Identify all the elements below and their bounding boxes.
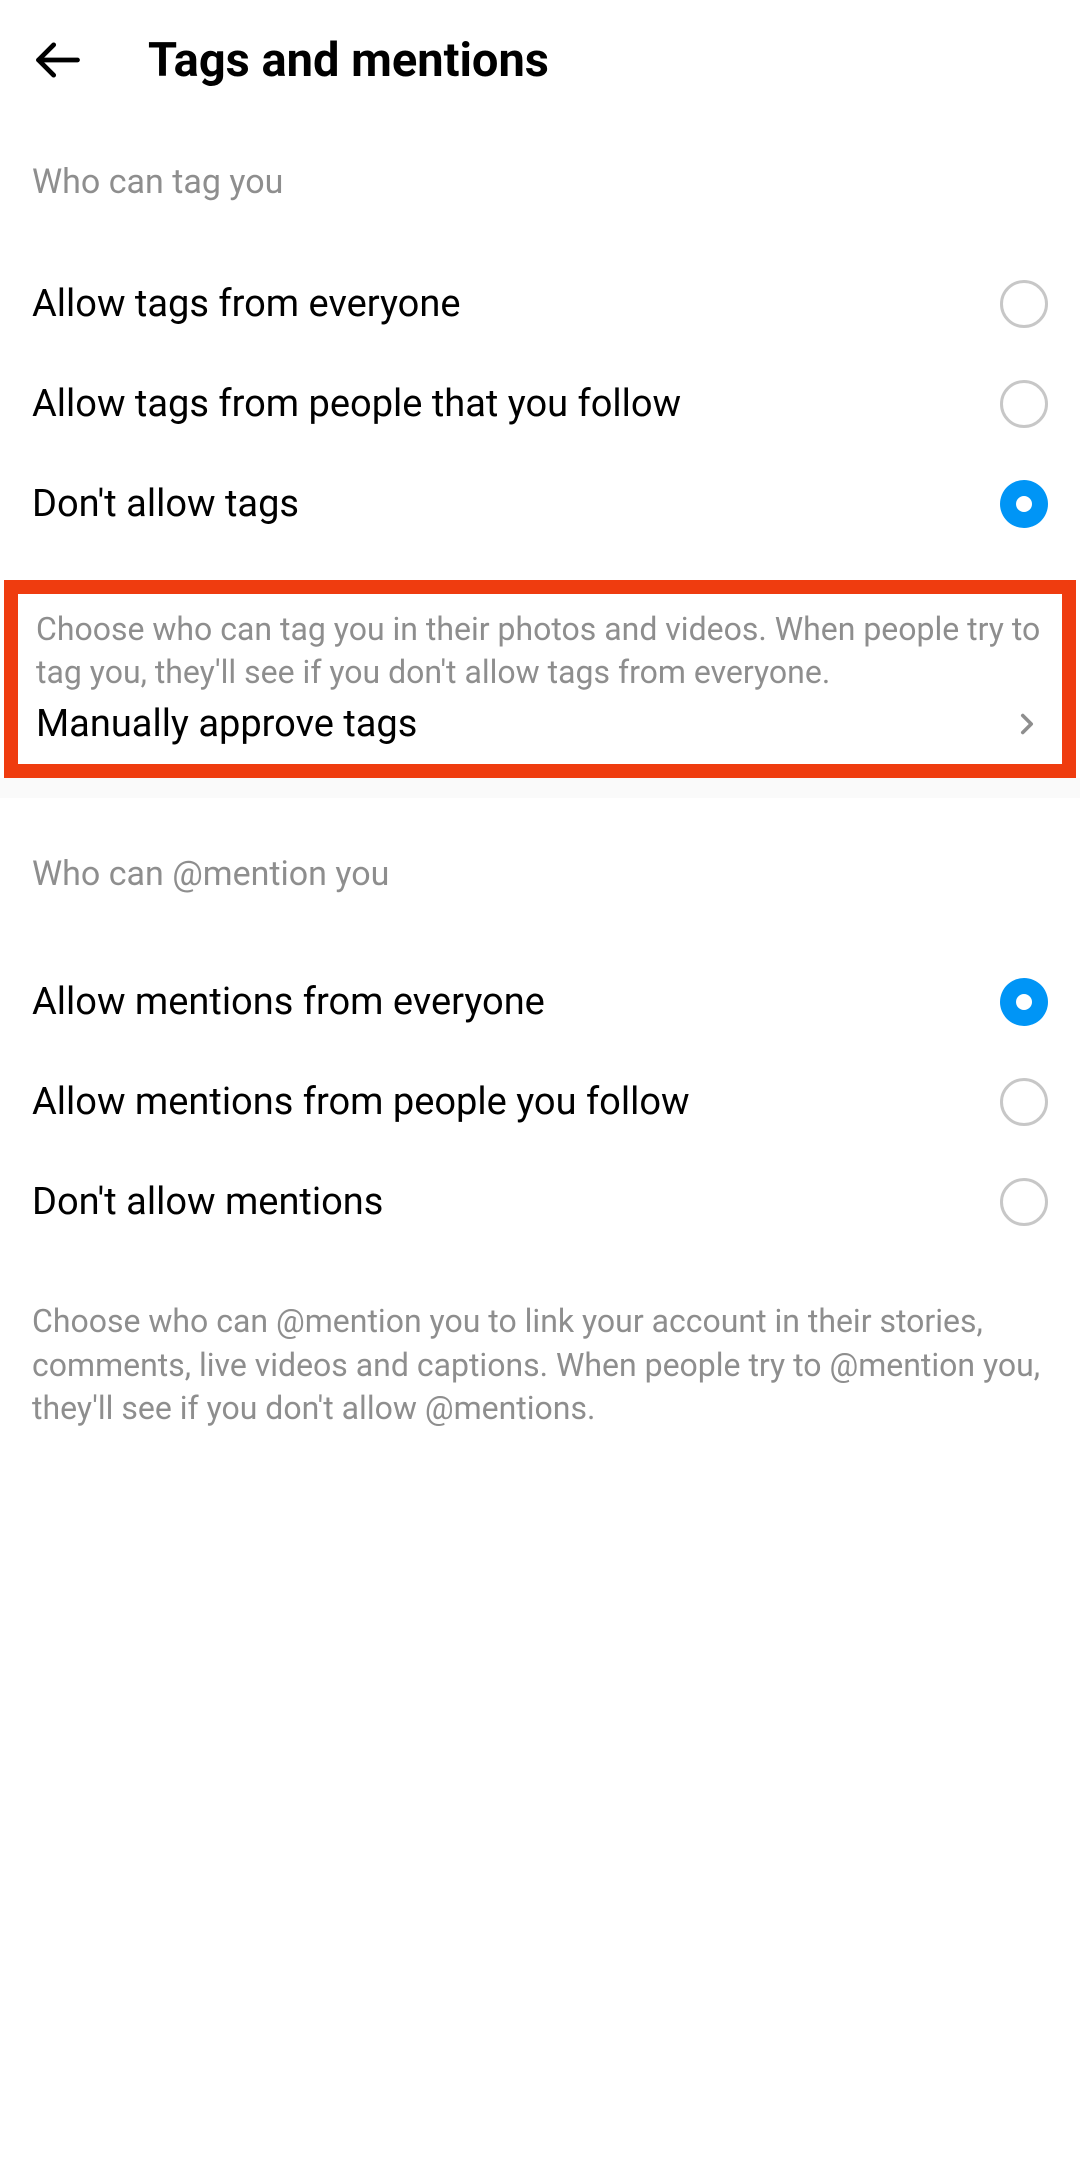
mention-option-everyone[interactable]: Allow mentions from everyone [0, 952, 1080, 1052]
radio-button[interactable] [1000, 978, 1048, 1026]
radio-button[interactable] [1000, 1078, 1048, 1126]
arrow-left-icon [32, 34, 84, 86]
option-label: Allow tags from everyone [32, 282, 460, 326]
manual-approve-highlight: Choose who can tag you in their photos a… [4, 580, 1076, 778]
section-divider [0, 778, 1080, 798]
mentions-section-header: Who can @mention you [0, 798, 1080, 924]
radio-button[interactable] [1000, 380, 1048, 428]
manually-approve-label: Manually approve tags [36, 702, 417, 746]
header: Tags and mentions [0, 0, 1080, 110]
tags-description: Choose who can tag you in their photos a… [36, 608, 1044, 698]
option-label: Allow mentions from everyone [32, 980, 545, 1024]
option-label: Don't allow mentions [32, 1180, 383, 1224]
mention-option-following[interactable]: Allow mentions from people you follow [0, 1052, 1080, 1152]
radio-button[interactable] [1000, 480, 1048, 528]
option-label: Allow mentions from people you follow [32, 1080, 690, 1124]
tag-option-following[interactable]: Allow tags from people that you follow [0, 354, 1080, 454]
tags-section-header: Who can tag you [0, 110, 1080, 226]
chevron-right-icon [1010, 707, 1044, 741]
radio-button[interactable] [1000, 280, 1048, 328]
mentions-description: Choose who can @mention you to link your… [0, 1252, 1080, 1430]
tag-option-everyone[interactable]: Allow tags from everyone [0, 254, 1080, 354]
option-label: Allow tags from people that you follow [32, 382, 681, 426]
option-label: Don't allow tags [32, 482, 299, 526]
mention-option-none[interactable]: Don't allow mentions [0, 1152, 1080, 1252]
radio-button[interactable] [1000, 1178, 1048, 1226]
page-title: Tags and mentions [148, 33, 549, 88]
back-button[interactable] [32, 30, 92, 90]
manually-approve-tags-row[interactable]: Manually approve tags [36, 698, 1044, 746]
tag-option-none[interactable]: Don't allow tags [0, 454, 1080, 554]
